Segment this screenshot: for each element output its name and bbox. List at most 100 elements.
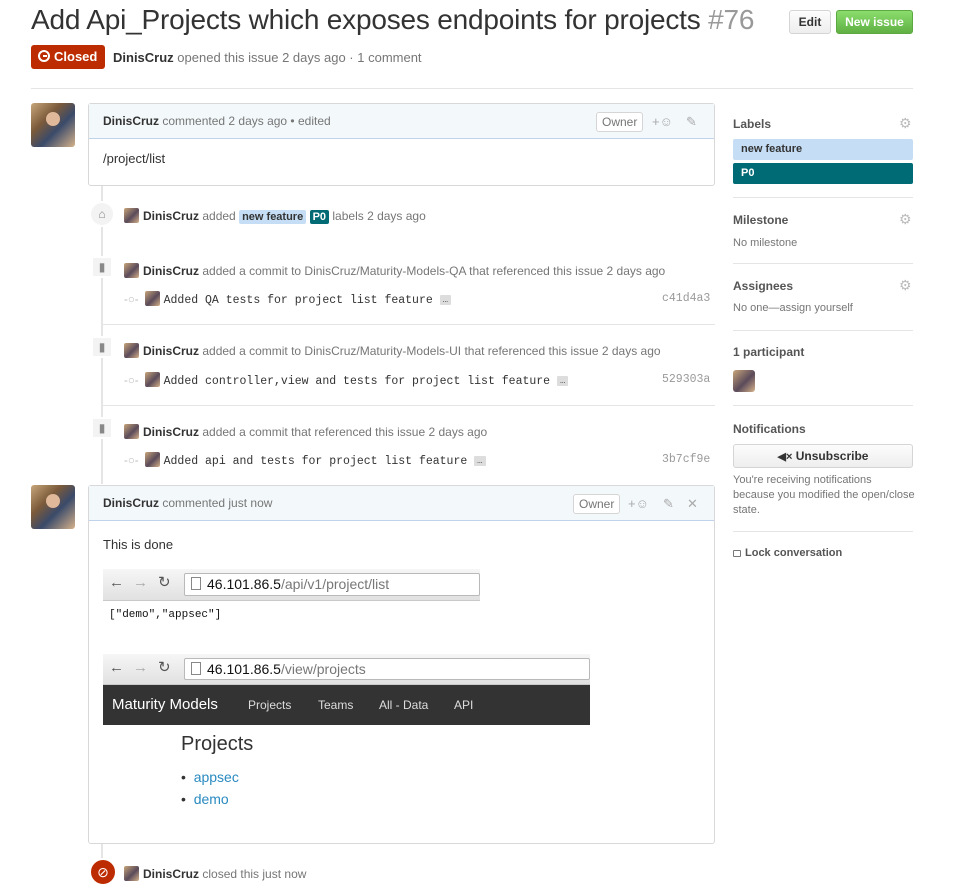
header-divider xyxy=(31,88,913,89)
commit-message-link[interactable]: Added controller,view and tests for proj… xyxy=(164,375,550,388)
commit-message-link[interactable]: Added QA tests for project list feature xyxy=(164,294,433,307)
add-reaction-icon[interactable]: +☺ xyxy=(628,486,649,521)
commit-message-link[interactable]: Added api and tests for project list fea… xyxy=(164,455,468,468)
close-event: DinisCruz closed this just now xyxy=(124,866,306,881)
avatar[interactable] xyxy=(31,103,75,147)
edit-button[interactable]: Edit xyxy=(789,10,831,34)
comment-author-link[interactable]: DinisCruz xyxy=(103,496,159,510)
nav-teams: Teams xyxy=(318,698,354,712)
commit-sha-link[interactable]: c41d4a3 xyxy=(662,292,710,305)
sidebar-divider xyxy=(733,531,913,532)
event-rest: closed this just now xyxy=(202,867,307,881)
gear-icon[interactable]: ⚙ xyxy=(899,116,913,130)
lock-icon xyxy=(733,550,741,557)
new-issue-button[interactable]: New issue xyxy=(836,10,913,34)
issue-number: #76 xyxy=(708,4,755,35)
add-reaction-icon[interactable]: +☺ xyxy=(652,104,673,139)
avatar-small[interactable] xyxy=(144,372,160,387)
labels-title[interactable]: Labels xyxy=(733,117,771,131)
app-brand: Maturity Models xyxy=(112,696,218,713)
project-link: demo xyxy=(193,791,229,807)
url-path: /view/projects xyxy=(280,661,366,677)
back-arrow-icon: ← xyxy=(109,574,124,591)
gear-icon[interactable]: ⚙ xyxy=(899,212,913,226)
sidebar-label-p0[interactable]: P0 xyxy=(733,163,913,184)
pencil-icon[interactable]: ✎ xyxy=(663,486,674,521)
expand-ellipsis-button[interactable]: … xyxy=(556,376,569,386)
owner-badge: Owner xyxy=(596,112,644,132)
milestone-value: No milestone xyxy=(733,237,798,249)
projects-heading: Projects xyxy=(181,733,254,755)
issue-meta-text: opened this issue 2 days ago · 1 comment xyxy=(177,50,422,65)
assignees-value[interactable]: No one—assign yourself xyxy=(733,302,853,314)
event-text: added a commit to DinisCruz/Maturity-Mod… xyxy=(202,264,666,278)
comment-body: /project/list xyxy=(103,151,166,166)
expand-ellipsis-button[interactable]: … xyxy=(439,295,452,305)
avatar-small[interactable] xyxy=(144,452,160,467)
commit-sha-link[interactable]: 529303a xyxy=(662,373,710,386)
label-new-feature[interactable]: new feature xyxy=(239,210,307,224)
comment-first: DinisCruz commented 2 days ago • edited … xyxy=(88,103,715,186)
event-divider xyxy=(102,405,715,406)
sidebar-label-new-feature[interactable]: new feature xyxy=(733,139,913,160)
milestone-title[interactable]: Milestone xyxy=(733,213,788,227)
closed-circle-icon: ⊘ xyxy=(89,858,117,886)
comment-author-link[interactable]: DinisCruz xyxy=(103,114,159,128)
close-icon[interactable]: ✕ xyxy=(687,486,698,521)
issue-author-link[interactable]: DinisCruz xyxy=(113,50,174,65)
browser-toolbar: ← → ↻ 46.101.86.5/view/projects xyxy=(103,654,590,685)
owner-badge: Owner xyxy=(573,494,621,514)
event-text: added a commit that referenced this issu… xyxy=(202,425,488,439)
event-author-link[interactable]: DinisCruz xyxy=(143,209,199,223)
avatar[interactable] xyxy=(31,485,75,529)
event-author-link[interactable]: DinisCruz xyxy=(143,867,199,881)
notifications-line: state. xyxy=(733,504,760,516)
notifications-line: because you modified the open/close xyxy=(733,489,915,501)
timeline-line xyxy=(101,186,103,484)
sidebar-divider xyxy=(733,263,913,264)
unsubscribe-label: Unsubscribe xyxy=(795,449,869,463)
avatar-small[interactable] xyxy=(124,343,139,358)
json-response: ["demo","appsec"] xyxy=(109,609,222,621)
commit-row: -○- Added QA tests for project list featu… xyxy=(124,291,452,307)
bookmark-icon: ▮ xyxy=(91,417,113,439)
avatar-small[interactable] xyxy=(144,291,160,306)
notifications-title: Notifications xyxy=(733,422,806,436)
avatar-small[interactable] xyxy=(124,424,139,439)
commit-event: DinisCruz added a commit to DinisCruz/Ma… xyxy=(124,343,661,358)
label-p0[interactable]: P0 xyxy=(309,210,330,224)
avatar-small[interactable] xyxy=(124,866,139,881)
browser-toolbar: ← → ↻ 46.101.86.5/api/v1/project/list xyxy=(103,569,480,601)
expand-ellipsis-button[interactable]: … xyxy=(474,456,486,466)
status-badge: Closed xyxy=(31,45,105,69)
event-divider xyxy=(102,324,715,325)
url-bar: 46.101.86.5/api/v1/project/list xyxy=(184,573,480,596)
page-icon xyxy=(191,662,201,675)
event-text: added a commit to DinisCruz/Maturity-Mod… xyxy=(202,344,661,358)
reload-icon: ↻ xyxy=(158,574,171,591)
avatar-small[interactable] xyxy=(124,263,139,278)
avatar-small[interactable] xyxy=(124,208,139,223)
commit-event: DinisCruz added a commit to DinisCruz/Ma… xyxy=(124,263,665,278)
issue-title: Add Api_Projects which exposes endpoints… xyxy=(31,4,754,36)
participant-avatar[interactable] xyxy=(733,370,755,392)
nav-api: API xyxy=(454,698,474,712)
assignees-title[interactable]: Assignees xyxy=(733,279,793,293)
event-author-link[interactable]: DinisCruz xyxy=(143,344,199,358)
unsubscribe-button[interactable]: ◀× Unsubscribe xyxy=(733,444,913,468)
gear-icon[interactable]: ⚙ xyxy=(899,278,913,292)
pencil-icon[interactable]: ✎ xyxy=(686,104,697,139)
url-host: 46.101.86.5 xyxy=(207,661,281,677)
event-author-link[interactable]: DinisCruz xyxy=(143,425,199,439)
forward-arrow-icon: → xyxy=(133,574,148,591)
comment-header: DinisCruz commented just now Owner +☺ ✎ … xyxy=(89,486,714,521)
commit-row: -○- Added api and tests for project list … xyxy=(124,452,486,468)
label-event: DinisCruz added new feature P0 labels 2 … xyxy=(124,208,426,224)
event-author-link[interactable]: DinisCruz xyxy=(143,264,199,278)
commit-event: DinisCruz added a commit that referenced… xyxy=(124,424,487,439)
lock-conversation-link[interactable]: Lock conversation xyxy=(733,547,842,559)
commit-sha-link[interactable]: 3b7cf9e xyxy=(662,453,710,466)
commit-dot-icon: -○- xyxy=(124,455,139,467)
sidebar-divider xyxy=(733,405,913,406)
url-host: 46.101.86.5 xyxy=(207,576,281,592)
